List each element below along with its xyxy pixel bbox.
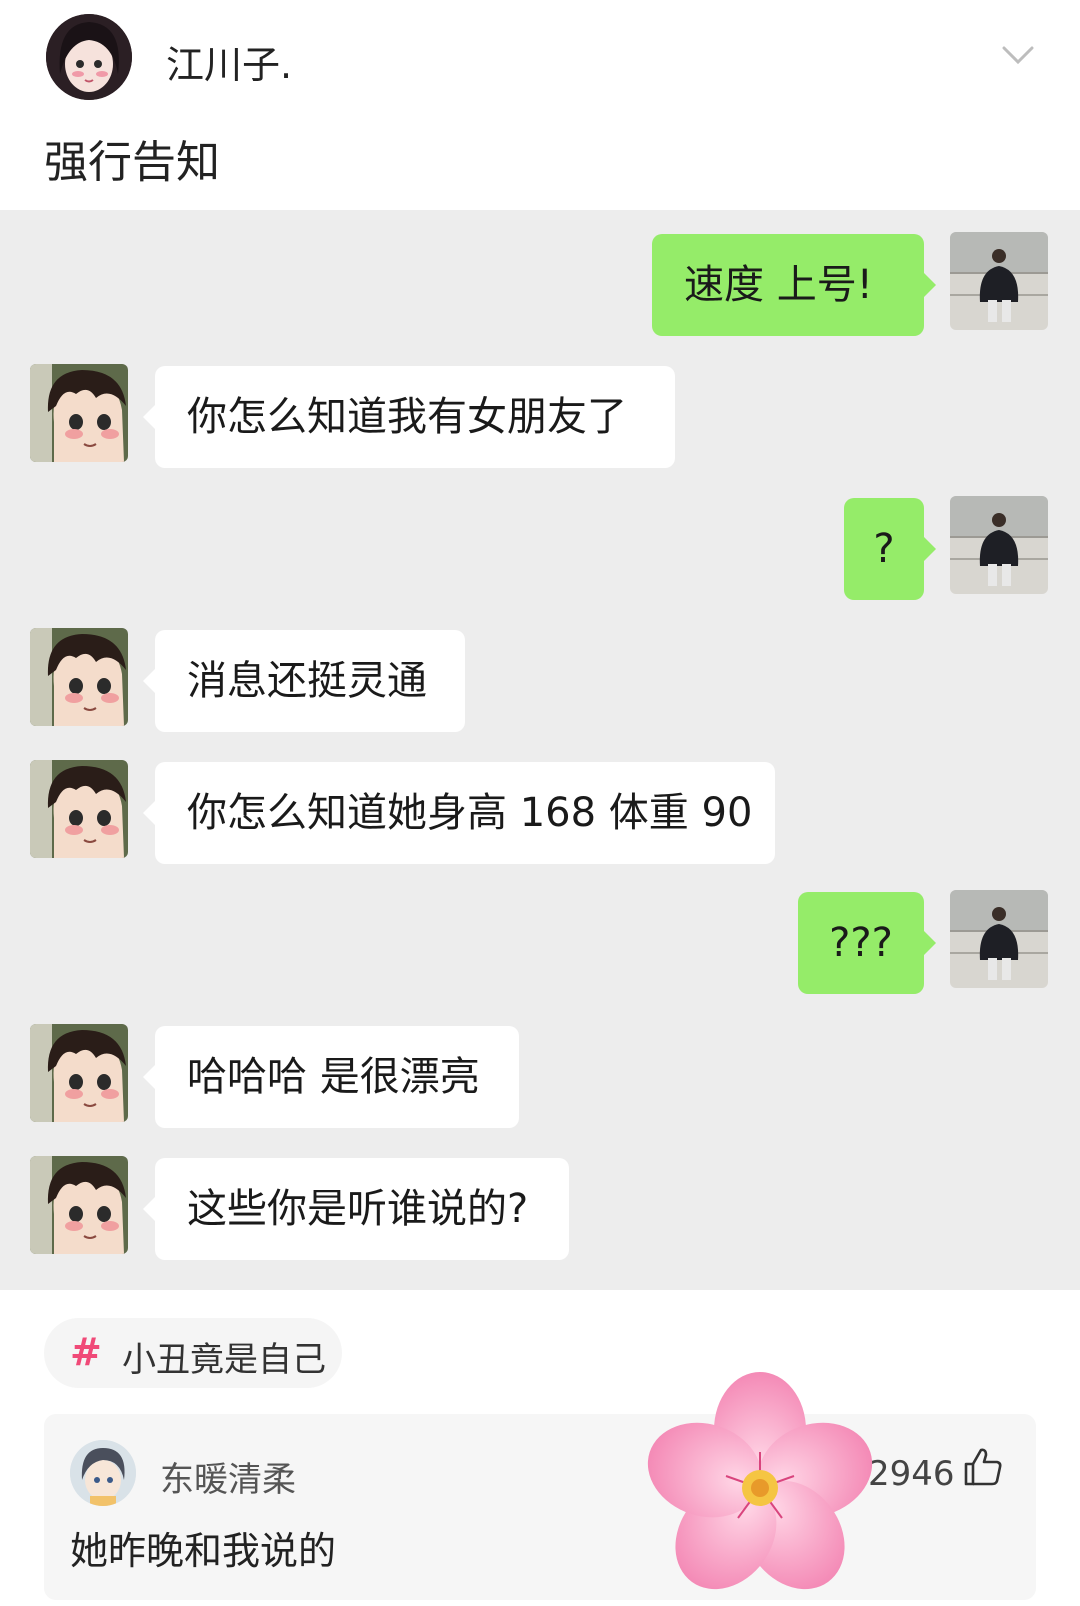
hashtag-icon: #: [70, 1330, 102, 1374]
top-comment[interactable]: 东暖清柔 她昨晚和我说的 2946: [44, 1414, 1036, 1600]
receiver-avatar: [30, 1024, 128, 1122]
commenter-avatar[interactable]: [70, 1440, 136, 1506]
receiver-avatar: [30, 364, 128, 462]
received-bubble: 你怎么知道她身高 168 体重 90: [143, 762, 775, 864]
author-name[interactable]: 江川子.: [166, 34, 292, 89]
receiver-avatar: [30, 760, 128, 858]
post-header: 江川子. 强行告知: [0, 0, 1080, 210]
comment-text: 她昨晚和我说的: [70, 1529, 337, 1573]
sender-avatar: [950, 232, 1048, 330]
receiver-avatar: [30, 1156, 128, 1254]
sender-avatar: [950, 890, 1048, 988]
sent-bubble: ???: [798, 892, 936, 994]
sent-bubble: ?: [844, 498, 936, 600]
sender-avatar: [950, 496, 1048, 594]
post-text: 强行告知: [44, 137, 220, 188]
author-avatar[interactable]: [46, 14, 132, 100]
chevron-down-icon[interactable]: [1000, 40, 1036, 70]
receiver-avatar: [30, 628, 128, 726]
thumbs-up-icon[interactable]: [962, 1446, 1004, 1488]
commenter-name[interactable]: 东暖清柔: [160, 1452, 296, 1501]
like-count: 2946: [868, 1454, 955, 1494]
received-bubble: 消息还挺灵通: [143, 630, 465, 732]
received-bubble: 哈哈哈 是很漂亮: [143, 1026, 519, 1128]
cherry-blossom-icon: [647, 1372, 873, 1590]
sent-bubble: 速度 上号!: [652, 234, 936, 336]
topic-label: 小丑竟是自己: [122, 1340, 326, 1380]
received-bubble: 这些你是听谁说的?: [143, 1158, 569, 1260]
received-bubble: 你怎么知道我有女朋友了: [143, 366, 675, 468]
chat-screenshot[interactable]: 速度 上号! 你怎么知道我有女朋友了 ? 消息还挺灵通 你怎么知道她身高 168…: [0, 210, 1080, 1290]
topic-tag[interactable]: # 小丑竟是自己: [44, 1318, 342, 1388]
